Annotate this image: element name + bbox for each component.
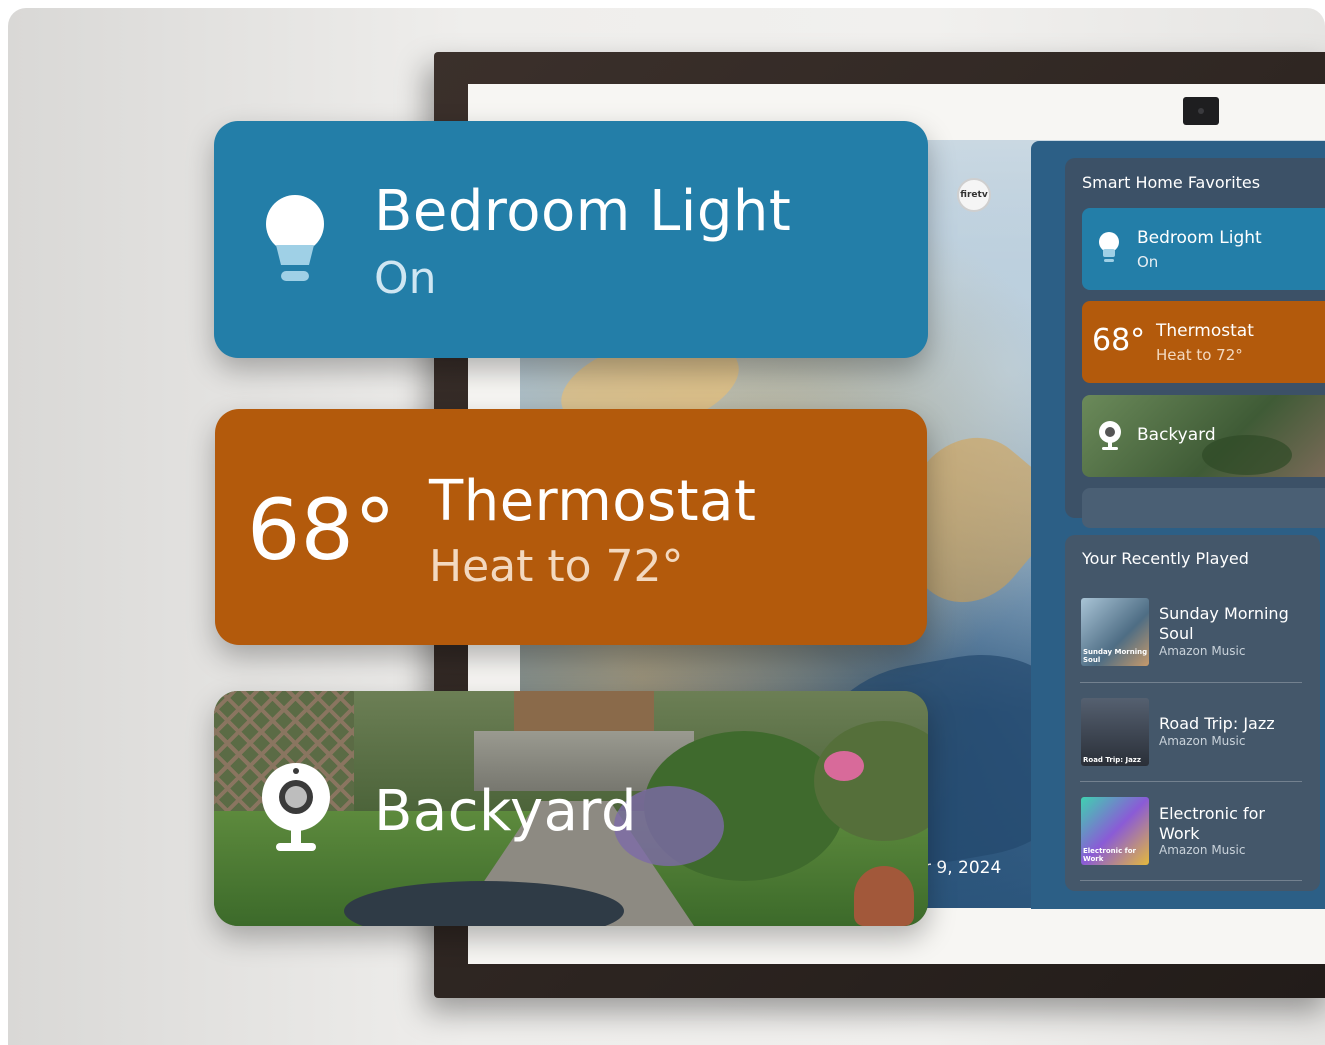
thermostat-tile[interactable]: 68° Thermostat Heat to 72° bbox=[215, 409, 927, 645]
track-title[interactable]: Sunday Morning Soul bbox=[1159, 604, 1309, 644]
lightbulb-icon bbox=[266, 195, 324, 281]
bedroom-light-status: On bbox=[374, 253, 437, 304]
favorite-bedroom-light[interactable]: Bedroom Light On bbox=[1082, 208, 1325, 290]
favorite-status: On bbox=[1137, 253, 1159, 271]
track-source: Amazon Music bbox=[1159, 734, 1246, 748]
bedroom-light-tile[interactable]: Bedroom Light On bbox=[214, 121, 928, 358]
flower-shape bbox=[824, 751, 864, 781]
bedroom-light-name: Bedroom Light bbox=[374, 179, 792, 244]
album-caption: Electronic for Work bbox=[1083, 847, 1136, 863]
backyard-camera-tile[interactable]: Backyard bbox=[214, 691, 928, 926]
album-caption: Sunday Morning Soul bbox=[1083, 648, 1148, 664]
favorite-name: Backyard bbox=[1137, 425, 1216, 445]
gate-shape bbox=[514, 691, 654, 731]
track-source: Amazon Music bbox=[1159, 644, 1246, 658]
favorite-status: Heat to 72° bbox=[1156, 346, 1243, 364]
album-art-road-trip-jazz[interactable]: Road Trip: Jazz bbox=[1081, 698, 1149, 766]
thermostat-temperature: 68° bbox=[247, 481, 396, 579]
favorite-thermostat[interactable]: 68° Thermostat Heat to 72° bbox=[1082, 301, 1325, 383]
track-divider bbox=[1080, 880, 1302, 881]
favorite-name: Thermostat bbox=[1156, 321, 1254, 341]
track-divider bbox=[1080, 781, 1302, 782]
track-divider bbox=[1080, 682, 1302, 683]
smart-home-favorites-title: Smart Home Favorites bbox=[1082, 173, 1261, 192]
thermostat-name: Thermostat bbox=[429, 469, 757, 534]
screen-date: r 9, 2024 bbox=[924, 858, 1002, 878]
track-title[interactable]: Electronic for Work bbox=[1159, 804, 1309, 844]
favorite-temperature: 68° bbox=[1092, 323, 1146, 358]
planter-shape bbox=[854, 866, 914, 926]
thermostat-status: Heat to 72° bbox=[429, 541, 684, 592]
lightbulb-icon bbox=[1099, 232, 1119, 262]
firetv-logo: firetv bbox=[957, 178, 991, 212]
track-title[interactable]: Road Trip: Jazz bbox=[1159, 714, 1309, 734]
camera-icon bbox=[1099, 421, 1121, 450]
recently-played-title: Your Recently Played bbox=[1082, 549, 1249, 568]
backyard-name: Backyard bbox=[374, 779, 637, 844]
device-camera-icon bbox=[1183, 97, 1219, 125]
favorite-name: Bedroom Light bbox=[1137, 228, 1262, 248]
favorite-partial-item[interactable] bbox=[1082, 488, 1325, 528]
track-source: Amazon Music bbox=[1159, 843, 1246, 857]
favorite-backyard[interactable]: Backyard bbox=[1082, 395, 1325, 477]
camera-icon bbox=[262, 763, 330, 851]
album-art-electronic-for-work[interactable]: Electronic for Work bbox=[1081, 797, 1149, 865]
album-caption: Road Trip: Jazz bbox=[1083, 756, 1141, 764]
album-art-sunday-morning-soul[interactable]: Sunday Morning Soul bbox=[1081, 598, 1149, 666]
